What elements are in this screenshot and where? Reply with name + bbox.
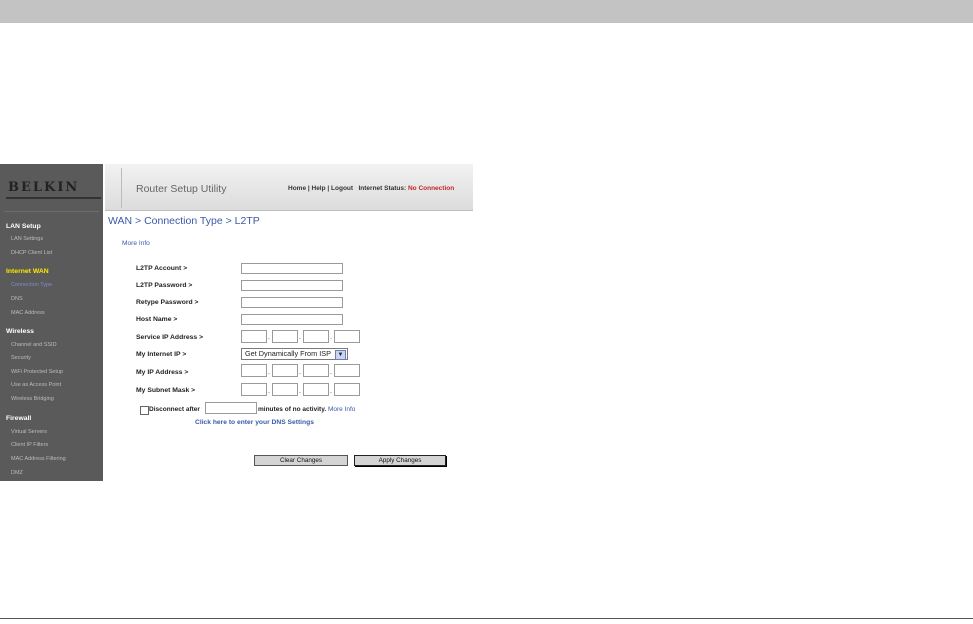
my-ip-octet-3[interactable] xyxy=(303,364,329,377)
service-ip-label: Service IP Address > xyxy=(136,334,204,341)
logout-link[interactable]: Logout xyxy=(331,185,353,192)
logo-underline xyxy=(6,197,101,199)
sidebar-item-mac-filtering[interactable]: MAC Address Filtering xyxy=(11,456,66,462)
bottom-divider xyxy=(0,618,973,619)
retype-password-input[interactable] xyxy=(241,297,343,308)
sidebar-item-wps[interactable]: WiFi Protected Setup xyxy=(11,369,63,375)
host-name-label: Host Name > xyxy=(136,316,178,323)
disconnect-minutes-input[interactable] xyxy=(205,402,257,414)
disconnect-checkbox[interactable] xyxy=(140,406,149,415)
subnet-octet-1[interactable] xyxy=(241,383,267,396)
internet-status-label: Internet Status: xyxy=(358,185,407,192)
retype-password-label: Retype Password > xyxy=(136,299,199,306)
subnet-mask-label: My Subnet Mask > xyxy=(136,387,196,394)
home-link[interactable]: Home xyxy=(288,185,306,192)
l2tp-password-label: L2TP Password > xyxy=(136,282,193,289)
page-title: WAN > Connection Type > L2TP xyxy=(108,215,260,227)
brand-logo: BELKIN xyxy=(8,180,80,195)
sidebar-item-connection-type[interactable]: Connection Type xyxy=(11,282,52,288)
my-ip-label: My IP Address > xyxy=(136,369,189,376)
dns-settings-link[interactable]: Click here to enter your DNS Settings xyxy=(195,419,314,426)
internet-ip-selected: Get Dynamically From ISP xyxy=(245,349,331,358)
service-ip-octet-3[interactable] xyxy=(303,330,329,343)
l2tp-password-input[interactable] xyxy=(241,280,343,291)
sidebar-head-lan: LAN Setup xyxy=(6,223,41,230)
sidebar-item-virtual-servers[interactable]: Virtual Servers xyxy=(11,429,47,435)
subnet-octet-2[interactable] xyxy=(272,383,298,396)
clear-changes-button[interactable]: Clear Changes xyxy=(254,455,348,466)
internet-ip-label: My Internet IP > xyxy=(136,351,187,358)
dot-separator: . xyxy=(330,334,332,341)
subnet-octet-4[interactable] xyxy=(334,383,360,396)
sidebar-item-dns[interactable]: DNS xyxy=(11,296,23,302)
dot-separator: . xyxy=(268,388,270,395)
sidebar-head-firewall: Firewall xyxy=(6,415,32,422)
sidebar-item-security[interactable]: Security xyxy=(11,355,31,361)
no-activity-text: minutes of no activity. xyxy=(258,406,327,413)
help-link[interactable]: Help xyxy=(312,185,326,192)
top-links: Home | Help | Logout Internet Status: No… xyxy=(288,185,455,192)
disconnect-suffix: minutes of no activity. More Info xyxy=(258,406,355,413)
sidebar-divider xyxy=(4,211,99,212)
sidebar-item-channel-ssid[interactable]: Channel and SSID xyxy=(11,342,57,348)
l2tp-account-input[interactable] xyxy=(241,263,343,274)
host-name-input[interactable] xyxy=(241,314,343,325)
my-ip-octet-2[interactable] xyxy=(272,364,298,377)
sidebar-item-access-point[interactable]: Use as Access Point xyxy=(11,382,61,388)
dot-separator: . xyxy=(330,369,332,376)
my-ip-octet-1[interactable] xyxy=(241,364,267,377)
more-info-link[interactable]: More Info xyxy=(122,240,150,247)
internet-ip-select[interactable]: Get Dynamically From ISP ▼ xyxy=(241,348,348,360)
disconnect-label: Disconnect after xyxy=(149,406,200,413)
header-divider xyxy=(121,168,122,208)
disconnect-more-info-link[interactable]: More Info xyxy=(328,406,355,413)
sidebar-item-mac-address[interactable]: MAC Address xyxy=(11,310,45,316)
my-ip-octet-4[interactable] xyxy=(334,364,360,377)
sidebar-item-dmz[interactable]: DMZ xyxy=(11,470,23,476)
dot-separator: . xyxy=(299,369,301,376)
dot-separator: . xyxy=(268,334,270,341)
sidebar-head-wireless: Wireless xyxy=(6,328,34,335)
dot-separator: . xyxy=(330,388,332,395)
top-band xyxy=(0,0,973,23)
apply-changes-button[interactable]: Apply Changes xyxy=(354,455,446,466)
sidebar-head-wan: Internet WAN xyxy=(6,268,49,275)
dot-separator: . xyxy=(299,334,301,341)
service-ip-octet-1[interactable] xyxy=(241,330,267,343)
internet-status-value: No Connection xyxy=(407,185,455,192)
service-ip-octet-4[interactable] xyxy=(334,330,360,343)
dot-separator: . xyxy=(268,369,270,376)
sidebar-item-client-ip-filters[interactable]: Client IP Filters xyxy=(11,442,48,448)
sidebar-item-dhcp-client-list[interactable]: DHCP Client List xyxy=(11,250,52,256)
dot-separator: . xyxy=(299,388,301,395)
l2tp-account-label: L2TP Account > xyxy=(136,265,188,272)
chevron-down-icon[interactable]: ▼ xyxy=(335,350,346,360)
service-ip-octet-2[interactable] xyxy=(272,330,298,343)
sidebar-item-lan-settings[interactable]: LAN Settings xyxy=(11,236,43,242)
subnet-octet-3[interactable] xyxy=(303,383,329,396)
sidebar-item-wireless-bridging[interactable]: Wireless Bridging xyxy=(11,396,54,402)
app-title: Router Setup Utility xyxy=(136,183,227,195)
